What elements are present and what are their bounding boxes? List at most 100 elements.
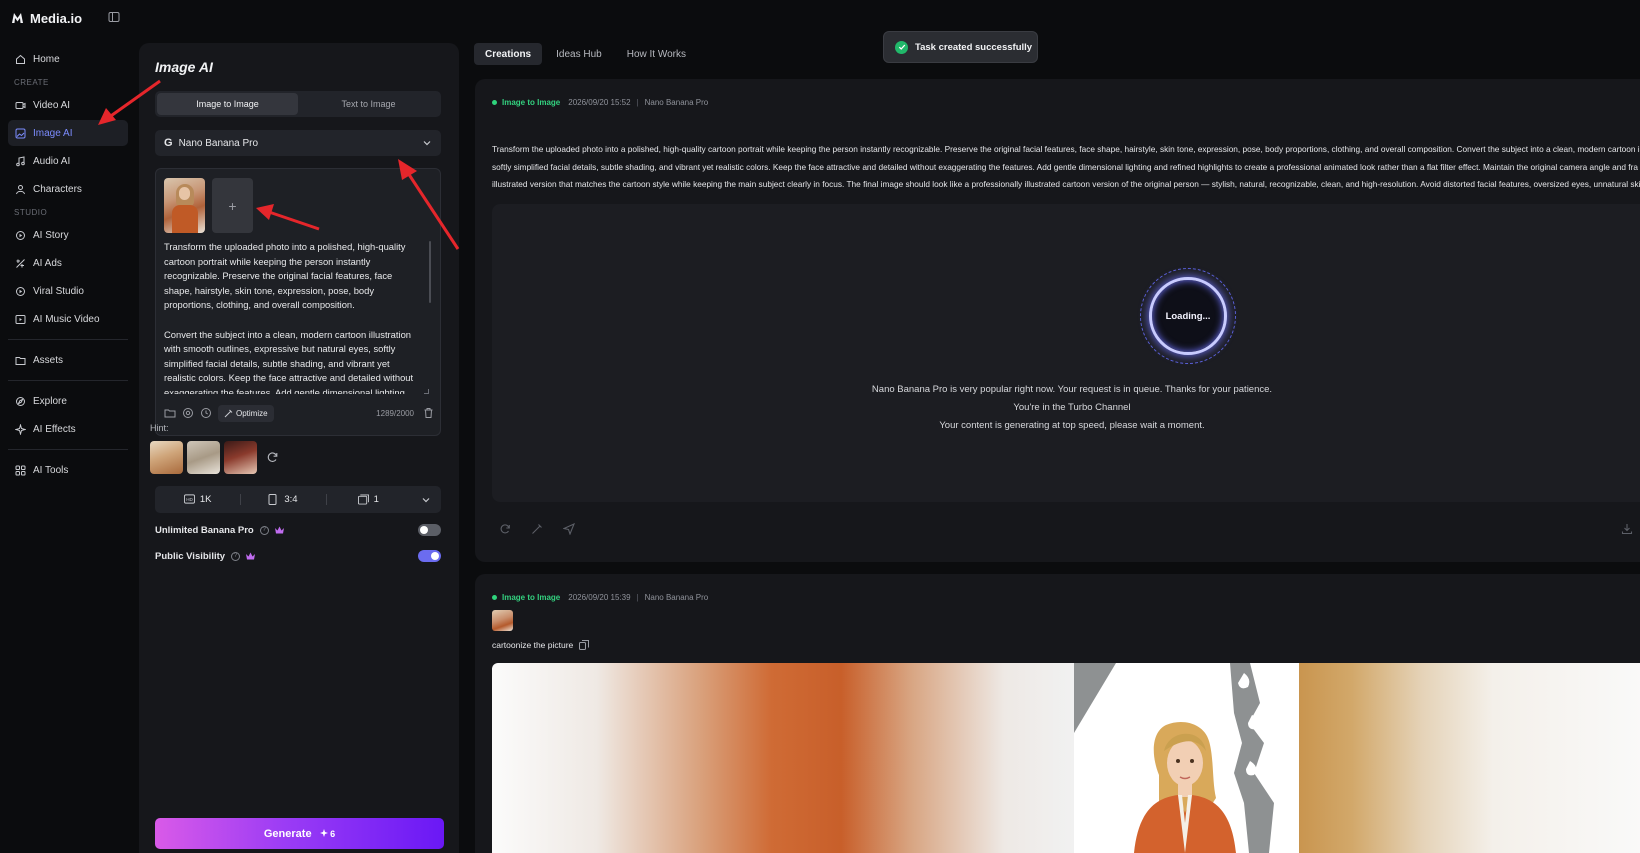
resize-handle[interactable] [424, 389, 429, 394]
unlimited-toggle[interactable] [418, 524, 441, 536]
sidebar-item-viral-studio[interactable]: Viral Studio [8, 278, 128, 304]
crown-icon [245, 551, 256, 561]
prompt-scrollbar[interactable] [429, 241, 431, 303]
viral-icon [14, 285, 26, 297]
task-meta: Image to Image 2026/09/20 15:39 | Nano B… [492, 591, 708, 603]
tab-creations[interactable]: Creations [474, 43, 543, 65]
unlimited-banana-pro-row: Unlimited Banana Pro ? [155, 522, 441, 538]
download-icon[interactable] [1621, 523, 1633, 535]
sidebar-item-ai-ads[interactable]: AI Ads [8, 250, 128, 276]
crown-icon [274, 525, 285, 535]
task-model: Nano Banana Pro [644, 592, 709, 602]
send-icon[interactable] [563, 523, 575, 535]
sidebar-item-ai-story[interactable]: AI Story [8, 222, 128, 248]
resolution-setting[interactable]: HD 1K [155, 486, 240, 513]
model-name: Nano Banana Pro [178, 137, 259, 149]
hint-thumbnails [150, 441, 280, 474]
sidebar-item-ai-effects[interactable]: AI Effects [8, 416, 128, 442]
folder-upload-icon[interactable] [164, 407, 176, 419]
images-icon [357, 494, 369, 505]
optimize-button[interactable]: Optimize [218, 404, 274, 422]
regenerate-icon[interactable] [499, 523, 511, 535]
result-image-cartoon[interactable] [1074, 663, 1299, 853]
sidebar-item-ai-tools[interactable]: AI Tools [8, 457, 128, 483]
public-visibility-toggle[interactable] [418, 550, 441, 562]
compass-icon [14, 395, 26, 407]
panel-title: Image AI [155, 59, 213, 75]
sidebar-item-video-ai[interactable]: Video AI [8, 92, 128, 118]
content-tabs: Creations Ideas Hub How It Works [474, 43, 700, 65]
public-visibility-row: Public Visibility ? [155, 548, 441, 564]
audio-icon [14, 155, 26, 167]
tab-ideas-hub[interactable]: Ideas Hub [545, 43, 613, 65]
card-actions [499, 523, 595, 535]
sidebar-item-label: AI Effects [33, 423, 76, 435]
creation-card-loading: Image to Image 2026/09/20 15:52 | Nano B… [475, 79, 1640, 562]
tab-how-it-works[interactable]: How It Works [616, 43, 697, 65]
refresh-hints-icon[interactable] [266, 451, 280, 465]
copy-icon[interactable] [579, 640, 590, 650]
aspect-ratio-setting[interactable]: 3:4 [240, 486, 325, 513]
help-icon[interactable]: ? [231, 551, 241, 561]
generation-settings[interactable]: HD 1K 3:4 1 [155, 486, 441, 513]
section-create: CREATE [14, 78, 49, 87]
generate-button[interactable]: Generate 6 [155, 818, 444, 849]
optimize-label: Optimize [236, 408, 268, 418]
image-count-setting[interactable]: 1 [325, 486, 411, 513]
credit-cost: 6 [319, 828, 335, 839]
sidebar-item-assets[interactable]: Assets [8, 347, 128, 373]
uploaded-image-thumbnail[interactable] [164, 178, 205, 233]
result-image-blurred[interactable] [1299, 663, 1640, 853]
speed-message: Your content is generating at top speed,… [939, 420, 1205, 431]
sidebar-item-label: AI Tools [33, 464, 69, 476]
sidebar-item-image-ai[interactable]: Image AI [8, 120, 128, 146]
reference-image-thumbnail[interactable] [492, 610, 513, 631]
tab-image-to-image[interactable]: Image to Image [157, 93, 298, 115]
sidebar-item-explore[interactable]: Explore [8, 388, 128, 414]
hint-image-3[interactable] [224, 441, 257, 474]
sidebar-item-label: Audio AI [33, 155, 71, 167]
mention-icon[interactable] [182, 407, 194, 419]
sidebar-item-ai-music-video[interactable]: AI Music Video [8, 306, 128, 332]
prompt-toolbar: Optimize 1289/2000 [164, 404, 434, 422]
nav-divider [8, 380, 128, 381]
sidebar-item-label: Home [33, 53, 60, 65]
sidebar-item-label: Image AI [33, 127, 73, 139]
sidebar-item-label: Explore [33, 395, 67, 407]
folder-icon [14, 354, 26, 366]
app-window: Media.io Home CREATE Video AI Image AI A… [0, 0, 1640, 853]
history-icon[interactable] [200, 407, 212, 419]
logo[interactable]: Media.io [10, 8, 128, 28]
svg-text:HD: HD [186, 497, 193, 502]
ads-icon [14, 257, 26, 269]
prompt-line: illustrated version that matches the car… [492, 179, 1640, 189]
add-image-button[interactable]: + [212, 178, 253, 233]
nav-divider [8, 339, 128, 340]
model-dropdown[interactable]: G Nano Banana Pro [155, 130, 441, 156]
section-studio: STUDIO [14, 208, 48, 217]
image-icon [14, 127, 26, 139]
tab-text-to-image[interactable]: Text to Image [298, 93, 439, 115]
sidebar: Media.io Home CREATE Video AI Image AI A… [0, 0, 133, 853]
edit-wand-icon[interactable] [531, 523, 543, 535]
creation-card-result: Image to Image 2026/09/20 15:39 | Nano B… [475, 574, 1640, 853]
toast-message: Task created successfully [915, 41, 1033, 53]
sidebar-item-characters[interactable]: Characters [8, 176, 128, 202]
result-image-blurred[interactable] [492, 663, 1074, 853]
hint-image-1[interactable] [150, 441, 183, 474]
help-icon[interactable]: ? [259, 525, 269, 535]
public-visibility-label: Public Visibility [155, 550, 226, 562]
sidebar-item-audio-ai[interactable]: Audio AI [8, 148, 128, 174]
sidebar-toggle-icon[interactable] [108, 11, 122, 25]
sidebar-nav: Home CREATE Video AI Image AI Audio AI C… [8, 46, 128, 485]
prompt-textarea[interactable]: Transform the uploaded photo into a poli… [164, 240, 422, 394]
sidebar-item-home[interactable]: Home [8, 46, 128, 72]
task-date: 2026/09/20 15:39 [568, 592, 631, 602]
sidebar-item-label: AI Ads [33, 257, 62, 269]
sparkle-icon [14, 423, 26, 435]
video-icon [14, 99, 26, 111]
trash-icon[interactable] [422, 407, 434, 419]
chevron-down-icon[interactable] [411, 495, 441, 505]
app-name: Media.io [30, 10, 83, 26]
hint-image-2[interactable] [187, 441, 220, 474]
